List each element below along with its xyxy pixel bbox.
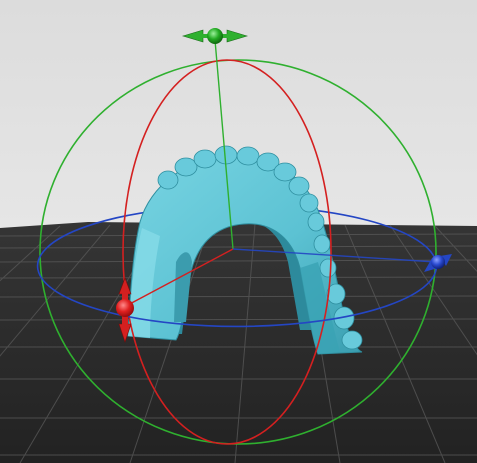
scene-canvas[interactable]	[0, 0, 477, 463]
3d-viewport[interactable]	[0, 0, 477, 463]
